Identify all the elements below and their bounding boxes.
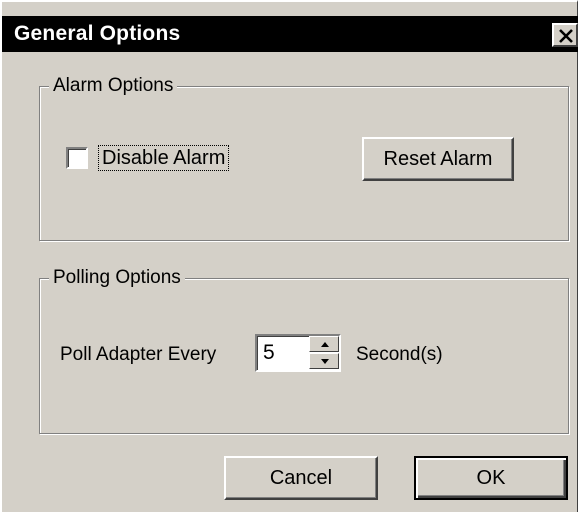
poll-interval-spinner[interactable]: 5: [255, 334, 341, 372]
cancel-button[interactable]: Cancel: [224, 456, 378, 500]
disable-alarm-label[interactable]: Disable Alarm: [97, 145, 230, 171]
ok-button[interactable]: OK: [414, 456, 568, 500]
poll-interval-value[interactable]: 5: [263, 340, 275, 366]
alarm-options-legend: Alarm Options: [49, 75, 178, 97]
general-options-dialog: General Options Alarm Options Disable Al…: [0, 0, 578, 512]
close-icon: [559, 29, 573, 43]
polling-options-legend: Polling Options: [49, 267, 185, 289]
arrow-up-icon: [321, 342, 329, 347]
spin-down-button[interactable]: [309, 353, 339, 369]
disable-alarm-checkbox[interactable]: [66, 147, 88, 169]
title-bar[interactable]: General Options: [2, 16, 578, 52]
reset-alarm-button[interactable]: Reset Alarm: [362, 137, 514, 181]
poll-adapter-label: Poll Adapter Every: [60, 344, 217, 365]
seconds-label: Second(s): [356, 344, 443, 365]
window-title: General Options: [14, 22, 181, 45]
spin-up-button[interactable]: [309, 336, 339, 352]
arrow-down-icon: [321, 359, 329, 364]
close-button[interactable]: [552, 23, 578, 47]
